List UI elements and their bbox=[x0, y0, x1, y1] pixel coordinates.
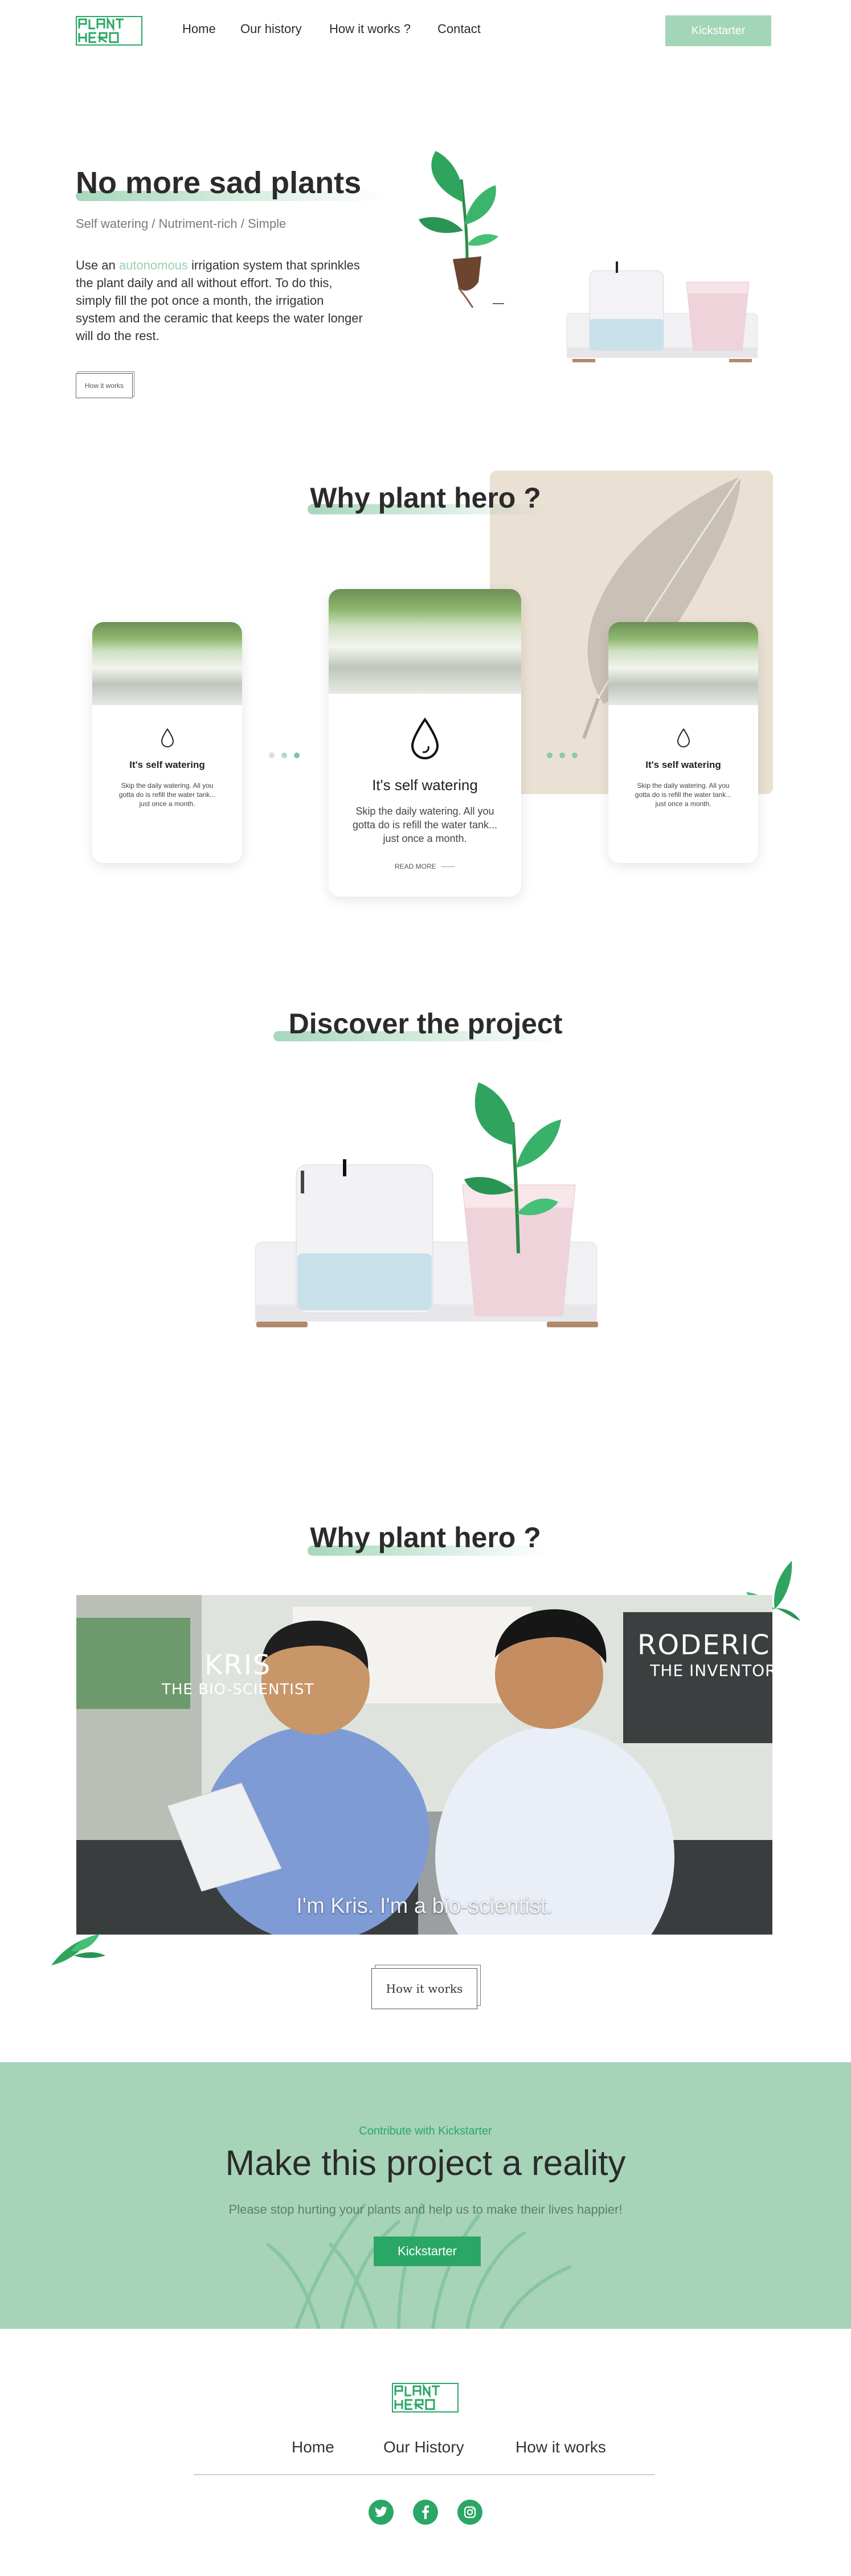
hero-how-it-works-button[interactable]: How it works bbox=[76, 373, 133, 398]
left-person-name: KRIS bbox=[204, 1649, 272, 1681]
why-section-title: Why plant hero ? bbox=[310, 482, 541, 514]
footer-logo[interactable] bbox=[392, 2383, 459, 2413]
feature-card[interactable]: It's self watering Skip the daily wateri… bbox=[92, 622, 242, 863]
grass-background-icon bbox=[266, 2203, 571, 2329]
facebook-icon[interactable] bbox=[413, 2500, 438, 2525]
carousel-dots-right bbox=[547, 753, 578, 758]
hero-product-illustration bbox=[561, 259, 763, 365]
kickstarter-button[interactable]: Kickstarter bbox=[374, 2236, 481, 2266]
leaf-decoration-icon bbox=[46, 1911, 108, 1968]
twitter-icon[interactable] bbox=[369, 2500, 394, 2525]
feature-card[interactable]: It's self watering Skip the daily wateri… bbox=[608, 622, 758, 863]
seedling-image bbox=[329, 589, 521, 694]
nav-how-it-works[interactable]: How it works ? bbox=[329, 22, 411, 36]
video-how-it-works-button[interactable]: How it works bbox=[371, 1968, 477, 2009]
nav-contact[interactable]: Contact bbox=[437, 22, 481, 36]
water-drop-icon bbox=[608, 728, 758, 751]
nav-our-history[interactable]: Our history bbox=[240, 22, 302, 36]
card-description: Skip the daily watering. All you gotta d… bbox=[118, 782, 216, 808]
water-drop-icon bbox=[92, 728, 242, 751]
nav-home[interactable]: Home bbox=[182, 22, 216, 36]
carousel-dots-left bbox=[269, 753, 300, 758]
site-logo[interactable] bbox=[76, 16, 142, 46]
hero-description: Use an autonomous irrigation system that… bbox=[76, 256, 366, 345]
video-left-caption: KRIS THE BIO-SCIENTIST bbox=[162, 1649, 314, 1698]
footer-link-home[interactable]: Home bbox=[292, 2438, 334, 2456]
carousel-dot[interactable] bbox=[294, 753, 300, 758]
video-player[interactable]: KRIS THE BIO-SCIENTIST RODERICK THE INVE… bbox=[76, 1595, 772, 1935]
right-person-role: THE INVENTOR bbox=[650, 1661, 772, 1680]
carousel-dot[interactable] bbox=[269, 753, 275, 758]
seedling-image bbox=[92, 622, 242, 705]
card-title: It's self watering bbox=[645, 759, 721, 770]
left-person-role: THE BIO-SCIENTIST bbox=[162, 1681, 314, 1698]
card-title: It's self watering bbox=[129, 759, 205, 770]
card-description: Skip the daily watering. All you gotta d… bbox=[352, 805, 498, 844]
read-more-label: READ MORE bbox=[394, 862, 436, 870]
seedling-image bbox=[608, 622, 758, 705]
carousel-dot[interactable] bbox=[281, 753, 287, 758]
video-subtitle: I'm Kris. I'm a bio-scientist. bbox=[296, 1894, 553, 1918]
video-section-title: Why plant hero ? bbox=[310, 1522, 541, 1553]
hero-description-accent: autonomous bbox=[118, 258, 188, 272]
footer-link-our-history[interactable]: Our History bbox=[383, 2438, 464, 2456]
instagram-icon[interactable] bbox=[457, 2500, 482, 2525]
read-more-link[interactable]: READ MORE bbox=[329, 862, 521, 870]
carousel-dot[interactable] bbox=[559, 753, 565, 758]
kickstarter-band: Contribute with Kickstarter Make this pr… bbox=[0, 2062, 851, 2329]
discover-section-title: Discover the project bbox=[288, 1008, 563, 1040]
video-right-caption: RODERICK THE INVENTOR bbox=[637, 1629, 772, 1680]
carousel-dot[interactable] bbox=[572, 753, 578, 758]
kickstarter-title: Make this project a reality bbox=[225, 2144, 626, 2183]
kickstarter-text: Please stop hurting your plants and help… bbox=[228, 2202, 623, 2217]
hero-title: No more sad plants bbox=[76, 166, 362, 200]
water-drop-icon bbox=[329, 717, 521, 764]
right-person-name: RODERICK bbox=[637, 1629, 772, 1661]
product-illustration bbox=[251, 1071, 601, 1339]
carousel-dot[interactable] bbox=[547, 753, 553, 758]
feature-card-featured[interactable]: It's self watering Skip the daily wateri… bbox=[329, 589, 521, 897]
nav-kickstarter-button[interactable]: Kickstarter bbox=[665, 15, 771, 46]
hero-subtitle: Self watering / Nutriment-rich / Simple bbox=[76, 216, 287, 231]
hero-description-prefix: Use an bbox=[76, 258, 119, 272]
kickstarter-eyebrow: Contribute with Kickstarter bbox=[359, 2125, 492, 2137]
footer-link-how-it-works[interactable]: How it works bbox=[515, 2438, 606, 2456]
footer-divider bbox=[194, 2474, 655, 2475]
card-title: It's self watering bbox=[372, 776, 478, 794]
hero-plant-illustration bbox=[413, 145, 510, 310]
card-description: Skip the daily watering. All you gotta d… bbox=[635, 782, 732, 808]
